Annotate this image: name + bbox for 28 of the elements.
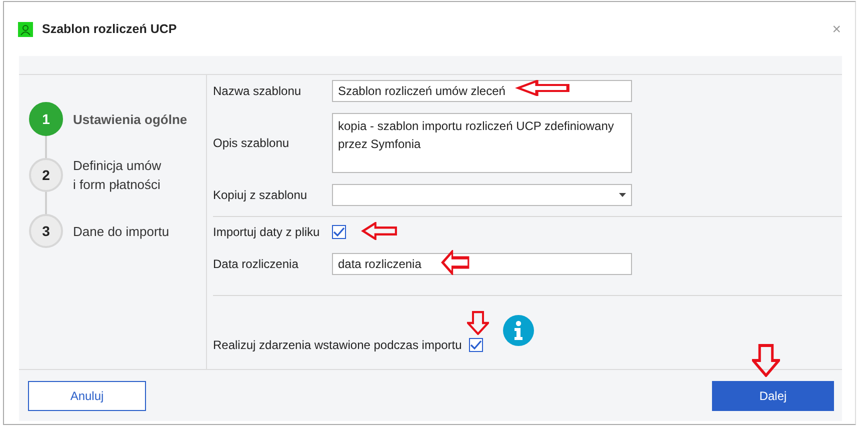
arrow-icon xyxy=(467,311,489,335)
checkbox[interactable] xyxy=(332,225,346,239)
caret-icon xyxy=(619,193,626,197)
info-icon[interactable] xyxy=(502,314,534,346)
arrow-icon xyxy=(752,344,780,377)
arrow-icon xyxy=(361,222,398,240)
field-label: Opis szablonu xyxy=(213,136,290,150)
field-label: Nazwa szablonu xyxy=(213,84,302,98)
field-label: Data rozliczenia xyxy=(213,257,300,271)
step-number[interactable]: 2 xyxy=(29,158,63,192)
text-field[interactable]: Szablon rozliczeń umów zleceń xyxy=(332,80,632,102)
app-icon xyxy=(18,22,33,36)
field-label: Kopiuj z szablonu xyxy=(213,188,308,202)
cancel-button[interactable]: Anuluj xyxy=(28,380,146,410)
field-label: Importuj daty z pliku xyxy=(213,225,321,239)
dropdown-field[interactable] xyxy=(332,184,632,206)
text-area[interactable]: kopia - szablon importu rozliczeń UCP zdefiniowany przez Symfonia xyxy=(332,113,632,173)
field-label: Realizuj zdarzenia wstawione podczas importu xyxy=(213,338,462,352)
checkbox[interactable] xyxy=(468,338,483,352)
window-title: Szablon rozliczeń UCP xyxy=(42,22,178,36)
step-label[interactable]: Ustawienia ogólne xyxy=(73,110,188,128)
text-field[interactable]: data rozliczenia xyxy=(332,253,632,275)
arrow-icon xyxy=(441,250,470,275)
step-label[interactable]: Dane do importu xyxy=(73,222,170,240)
step-label[interactable]: Definicja umów i form płatności xyxy=(73,156,162,194)
step-number[interactable]: 3 xyxy=(29,214,63,248)
next-button[interactable]: Dalej xyxy=(712,380,834,410)
arrow-icon xyxy=(515,80,571,96)
